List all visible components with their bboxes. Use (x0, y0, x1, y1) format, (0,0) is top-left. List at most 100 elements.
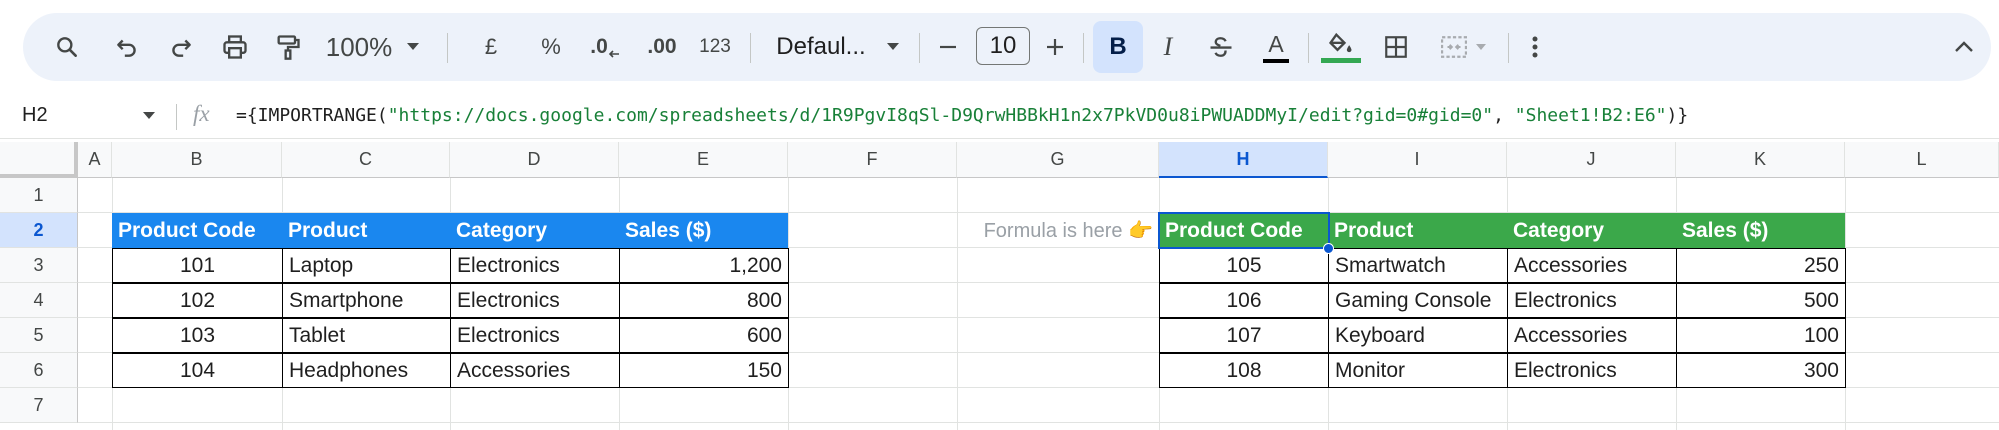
column-header-g[interactable]: G (957, 142, 1159, 178)
table-cell[interactable]: Smartphone (282, 283, 451, 318)
column-header-l[interactable]: L (1845, 142, 1999, 178)
table-cell[interactable]: Electronics (450, 248, 620, 283)
decrease-decimal-button[interactable]: .0 (583, 13, 627, 81)
row-header-5[interactable]: 5 (0, 318, 78, 353)
italic-button[interactable]: I (1145, 13, 1191, 81)
table-cell[interactable]: Monitor (1328, 353, 1508, 388)
strikethrough-icon[interactable] (1198, 13, 1244, 81)
toolbar-divider (1508, 33, 1509, 63)
column-header-j[interactable]: J (1507, 142, 1676, 178)
print-icon[interactable] (213, 13, 257, 81)
table-cell[interactable]: 103 (112, 318, 283, 353)
column-header-i[interactable]: I (1328, 142, 1507, 178)
toolbar-divider (1308, 33, 1309, 63)
borders-icon[interactable] (1373, 13, 1419, 81)
table-cell[interactable]: 105 (1159, 248, 1329, 283)
table-cell[interactable]: Electronics (450, 283, 620, 318)
table-cell[interactable]: Accessories (1507, 248, 1677, 283)
table-cell[interactable]: Accessories (450, 353, 620, 388)
formula-url: "https://docs.google.com/spreadsheets/d/… (387, 105, 1494, 126)
table-header-cell[interactable]: Product (282, 213, 450, 248)
table-cell[interactable]: Electronics (1507, 353, 1677, 388)
bold-button[interactable]: B (1093, 13, 1143, 81)
font-size-input[interactable]: 10 (976, 27, 1030, 65)
select-all-corner[interactable] (0, 142, 78, 178)
undo-icon[interactable] (105, 13, 149, 81)
row-header-3[interactable]: 3 (0, 248, 78, 283)
table-cell[interactable]: 108 (1159, 353, 1329, 388)
search-icon[interactable] (45, 13, 89, 81)
formula-bar: H2 fx ={IMPORTRANGE("https://docs.google… (0, 96, 1999, 139)
merge-cells-icon (1441, 36, 1467, 58)
table-cell[interactable]: Tablet (282, 318, 451, 353)
font-select[interactable]: Defaul... (768, 13, 908, 81)
table-cell[interactable]: 800 (619, 283, 789, 318)
chevron-down-icon (407, 43, 420, 50)
fill-color-button[interactable] (1316, 13, 1366, 81)
table-cell[interactable]: Laptop (282, 248, 451, 283)
name-box[interactable]: H2 (22, 104, 48, 127)
column-header-c[interactable]: C (282, 142, 450, 178)
column-header-f[interactable]: F (788, 142, 957, 178)
table-cell[interactable]: 1,200 (619, 248, 789, 283)
currency-format-button[interactable]: £ (471, 13, 511, 81)
table-cell[interactable]: Headphones (282, 353, 451, 388)
formula-note[interactable]: Formula is here 👉 (957, 213, 1159, 248)
table-cell[interactable]: 107 (1159, 318, 1329, 353)
spreadsheet-grid[interactable]: A B C D E F G H I J K L 1 2 3 4 5 6 7 Pr… (0, 142, 1999, 430)
row-header-2[interactable]: 2 (0, 213, 78, 248)
zoom-value: 100% (325, 31, 393, 62)
collapse-toolbar-icon[interactable] (1942, 13, 1986, 81)
table-cell[interactable]: 102 (112, 283, 283, 318)
column-header-d[interactable]: D (450, 142, 619, 178)
table-cell[interactable]: 106 (1159, 283, 1329, 318)
table-cell[interactable]: Smartwatch (1328, 248, 1508, 283)
row-header-6[interactable]: 6 (0, 353, 78, 388)
column-header-a[interactable]: A (78, 142, 112, 178)
increase-font-size-button[interactable] (1035, 13, 1075, 81)
table-cell[interactable]: 104 (112, 353, 283, 388)
table-cell[interactable]: Electronics (1507, 283, 1677, 318)
table-cell[interactable]: 300 (1676, 353, 1846, 388)
row-header-1[interactable]: 1 (0, 178, 78, 213)
paint-format-icon[interactable] (266, 13, 310, 81)
table-cell[interactable]: Accessories (1507, 318, 1677, 353)
table-cell[interactable]: Electronics (450, 318, 620, 353)
column-header-k[interactable]: K (1676, 142, 1845, 178)
increase-decimal-button[interactable]: .00 (636, 13, 688, 81)
redo-icon[interactable] (159, 13, 203, 81)
table-header-cell[interactable]: Sales ($) (1676, 213, 1845, 248)
table-header-cell[interactable]: Category (1507, 213, 1676, 248)
table-cell[interactable]: Keyboard (1328, 318, 1508, 353)
table-header-cell[interactable]: Product Code (112, 213, 282, 248)
table-cell[interactable]: 101 (112, 248, 283, 283)
fill-handle[interactable] (1323, 243, 1334, 254)
column-header-h[interactable]: H (1159, 142, 1328, 178)
number-format-button[interactable]: 123 (691, 13, 739, 81)
table-header-cell[interactable]: Sales ($) (619, 213, 788, 248)
column-header-b[interactable]: B (112, 142, 282, 178)
merge-cells-button[interactable] (1428, 13, 1498, 81)
decrease-font-size-button[interactable] (928, 13, 968, 81)
text-color-button[interactable]: A (1253, 13, 1299, 81)
table-cell[interactable]: 500 (1676, 283, 1846, 318)
zoom-select[interactable]: 100% (323, 13, 423, 81)
row-header-4[interactable]: 4 (0, 283, 78, 318)
percent-format-button[interactable]: % (531, 13, 571, 81)
more-options-icon[interactable] (1513, 13, 1557, 81)
chevron-down-icon[interactable] (142, 111, 156, 121)
table-cell[interactable]: 250 (1676, 248, 1846, 283)
table-cell[interactable]: 100 (1676, 318, 1846, 353)
bold-label: B (1109, 33, 1127, 60)
number-format-label: 123 (699, 36, 731, 57)
table-cell[interactable]: Gaming Console (1328, 283, 1508, 318)
row-header-7[interactable]: 7 (0, 388, 78, 423)
table-cell[interactable]: 600 (619, 318, 789, 353)
column-header-e[interactable]: E (619, 142, 788, 178)
table-header-cell[interactable]: Category (450, 213, 619, 248)
font-name: Defaul... (776, 33, 866, 60)
table-header-cell[interactable]: Product (1328, 213, 1507, 248)
formula-input[interactable]: ={IMPORTRANGE("https://docs.google.com/s… (236, 105, 1688, 126)
table-cell[interactable]: 150 (619, 353, 789, 388)
table-header-cell[interactable]: Product Code (1159, 213, 1328, 248)
